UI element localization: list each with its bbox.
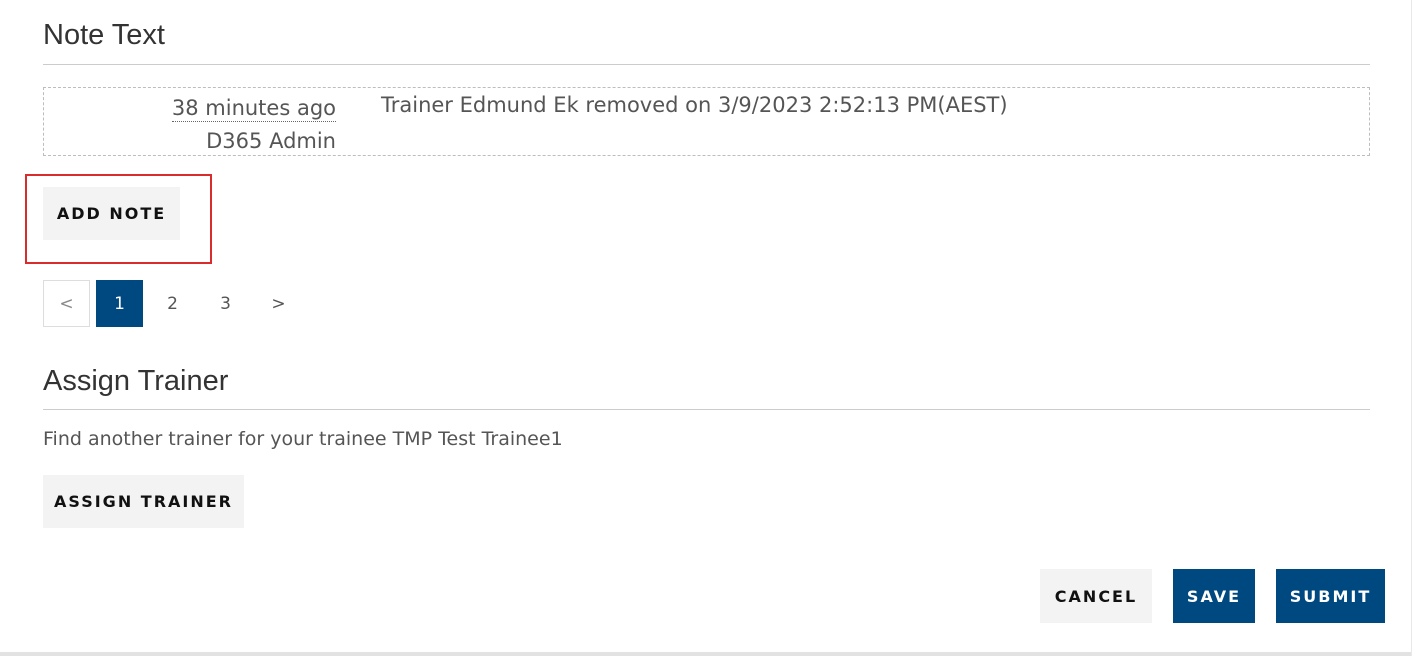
pagination-page-1[interactable]: 1 [96,280,143,327]
cancel-button[interactable]: CANCEL [1040,569,1152,623]
notes-title-divider [43,64,1370,65]
note-author: D365 Admin [206,129,336,153]
bottom-edge [0,652,1411,656]
assign-description: Find another trainer for your trainee TM… [43,428,563,450]
notes-section-title: Note Text [43,19,165,51]
pagination-page-2[interactable]: 2 [149,280,196,327]
highlight-box [25,174,212,264]
scrollbar-edge [1411,0,1412,656]
submit-button[interactable]: SUBMIT [1276,569,1385,623]
pagination-page-3[interactable]: 3 [202,280,249,327]
save-button[interactable]: SAVE [1173,569,1255,623]
note-text: Trainer Edmund Ek removed on 3/9/2023 2:… [381,93,1008,117]
note-entry: 38 minutes ago D365 Admin Trainer Edmund… [43,87,1370,156]
pagination-prev-button[interactable]: < [43,280,90,327]
pagination-next-button[interactable]: > [255,280,302,327]
note-meta: 38 minutes ago D365 Admin [171,92,336,158]
assign-title-divider [43,409,1370,410]
assign-section-title: Assign Trainer [43,365,229,397]
assign-trainer-button[interactable]: ASSIGN TRAINER [43,475,244,528]
note-time-ago: 38 minutes ago [171,96,336,122]
